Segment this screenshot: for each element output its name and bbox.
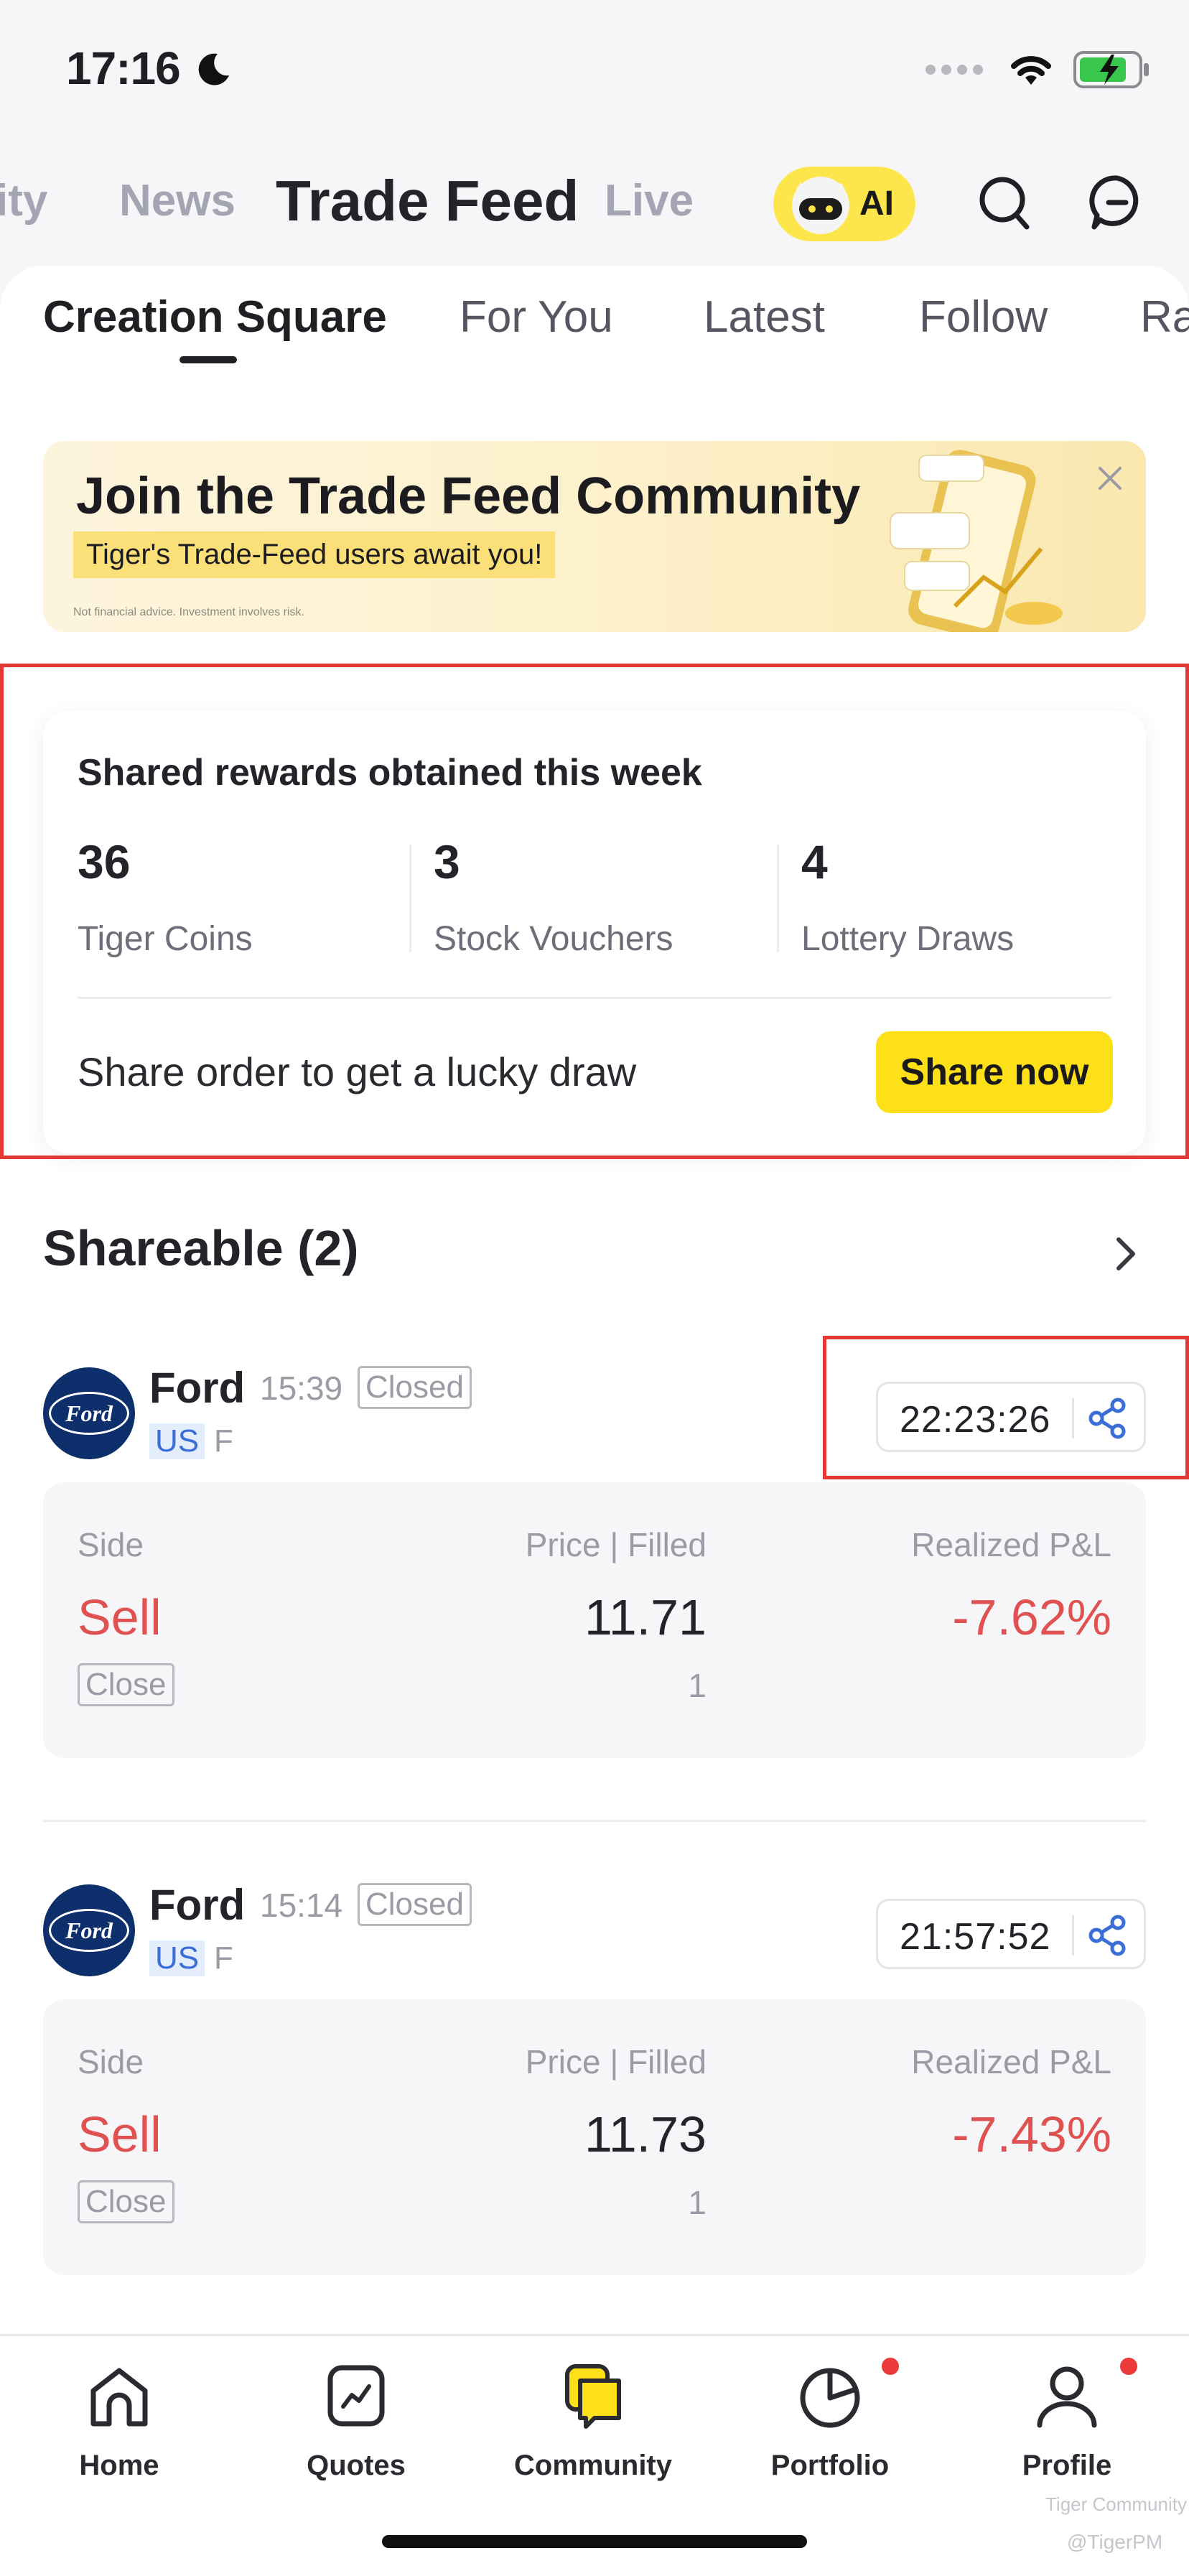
watermark-handle: @TigerPM <box>1067 2531 1163 2553</box>
phone-illustration <box>890 450 1063 632</box>
message-icon[interactable] <box>1088 172 1146 233</box>
status-time: 17:16 <box>66 42 232 95</box>
search-icon[interactable] <box>976 172 1034 233</box>
order-details-panel: Side Price | Filled Realized P&L Sell Cl… <box>43 1999 1146 2275</box>
shareable-title[interactable]: Shareable (2) <box>43 1219 359 1277</box>
tab-news[interactable]: News <box>119 175 236 226</box>
order-time: 15:14 <box>260 1887 343 1924</box>
nav-home[interactable]: Home <box>40 2359 198 2503</box>
realized-pnl: -7.43% <box>952 2106 1111 2162</box>
ai-assistant-button[interactable]: AI <box>773 167 915 241</box>
countdown-value: 21:57:52 <box>900 1916 1051 1958</box>
market-badge: US <box>149 1940 205 1976</box>
banner-close-icon[interactable] <box>1094 462 1126 494</box>
highlight-box-rewards <box>0 664 1189 1159</box>
side-header: Side <box>78 1526 144 1563</box>
quotes-icon <box>327 2365 385 2427</box>
cellular-signal-icon <box>925 65 983 75</box>
order-status-badge: Closed <box>358 1366 472 1409</box>
order-action-tag: Close <box>78 1663 174 1706</box>
tab-trade-feed[interactable]: Trade Feed <box>276 168 579 234</box>
community-banner[interactable]: Join the Trade Feed Community Tiger's Tr… <box>43 441 1146 632</box>
realized-pnl: -7.62% <box>952 1589 1111 1645</box>
order-divider <box>43 1820 1146 1822</box>
portfolio-notification-dot <box>882 2358 899 2375</box>
subtab-creation-square[interactable]: Creation Square <box>43 292 387 343</box>
order-side: Sell <box>78 1589 162 1645</box>
price-filled-header: Price | Filled <box>525 2043 707 2080</box>
market-badge: US <box>149 1423 205 1459</box>
home-icon <box>90 2368 148 2427</box>
nav-quotes-label: Quotes <box>307 2450 406 2481</box>
community-icon <box>565 2364 621 2429</box>
order-time: 15:39 <box>260 1370 343 1407</box>
nav-home-label: Home <box>79 2450 159 2481</box>
subtab-for-you[interactable]: For You <box>460 292 613 343</box>
ford-logo: Ford <box>43 1367 135 1459</box>
nav-portfolio-label: Portfolio <box>770 2450 890 2481</box>
order-filled: 1 <box>688 2184 707 2221</box>
order-price: 11.73 <box>584 2106 707 2162</box>
share-countdown-button[interactable]: 21:57:52 <box>876 1899 1146 1969</box>
status-icons <box>925 50 1152 89</box>
ford-logo-mark: Ford <box>49 1909 129 1952</box>
home-indicator <box>382 2535 807 2548</box>
banner-subtitle: Tiger's Trade-Feed users await you! <box>73 531 556 578</box>
portfolio-icon <box>800 2368 860 2428</box>
order-side: Sell <box>78 2106 162 2162</box>
moon-icon <box>199 53 230 85</box>
profile-notification-dot <box>1120 2358 1137 2375</box>
tiger-mascot-icon <box>792 177 849 234</box>
shareable-order[interactable]: Ford Ford 15:14 Closed US F 21:57:52 Sid… <box>0 1881 1189 2387</box>
pnl-header: Realized P&L <box>911 2043 1111 2080</box>
timer-divider <box>1072 1915 1074 1956</box>
share-icon[interactable] <box>1085 1912 1131 1958</box>
order-price: 11.71 <box>584 1589 707 1645</box>
ai-label: AI <box>859 185 894 223</box>
nav-community-label: Community <box>514 2450 672 2481</box>
stock-name: Ford <box>149 1881 246 1929</box>
active-tab-indicator <box>179 356 237 363</box>
ford-logo: Ford <box>43 1884 135 1976</box>
order-filled: 1 <box>688 1667 707 1704</box>
nav-community[interactable]: Community <box>514 2359 672 2503</box>
ticker-symbol: F <box>214 1423 233 1459</box>
banner-title: Join the Trade Feed Community <box>76 468 861 525</box>
stock-name: Ford <box>149 1364 246 1412</box>
tab-live[interactable]: Live <box>605 175 694 226</box>
order-details-panel: Side Price | Filled Realized P&L Sell Cl… <box>43 1482 1146 1758</box>
watermark-community: Tiger Community <box>1045 2493 1187 2515</box>
ford-logo-mark: Ford <box>49 1392 129 1435</box>
wifi-icon <box>1011 56 1051 85</box>
profile-icon <box>1037 2366 1097 2428</box>
banner-disclaimer: Not financial advice. Investment involve… <box>73 606 304 618</box>
chevron-right-icon[interactable] <box>1111 1232 1140 1275</box>
subtab-latest[interactable]: Latest <box>704 292 825 343</box>
pnl-header: Realized P&L <box>911 1526 1111 1563</box>
nav-profile-label: Profile <box>1022 2450 1112 2481</box>
order-status-badge: Closed <box>358 1883 472 1926</box>
subtab-ranking[interactable]: Ra <box>1140 292 1189 343</box>
tab-community[interactable]: ity <box>0 175 47 226</box>
nav-portfolio[interactable]: Portfolio <box>751 2359 909 2503</box>
side-header: Side <box>78 2043 144 2080</box>
nav-quotes[interactable]: Quotes <box>277 2359 435 2503</box>
ticker-symbol: F <box>214 1940 233 1976</box>
highlight-box-countdown <box>823 1336 1189 1479</box>
order-action-tag: Close <box>78 2180 174 2223</box>
subtab-follow[interactable]: Follow <box>919 292 1048 343</box>
sub-tabs: Creation Square For You Latest Follow Ra <box>0 266 1189 388</box>
battery-charging-icon <box>1073 51 1149 88</box>
price-filled-header: Price | Filled <box>525 1526 707 1563</box>
nav-profile[interactable]: Profile <box>988 2359 1146 2503</box>
